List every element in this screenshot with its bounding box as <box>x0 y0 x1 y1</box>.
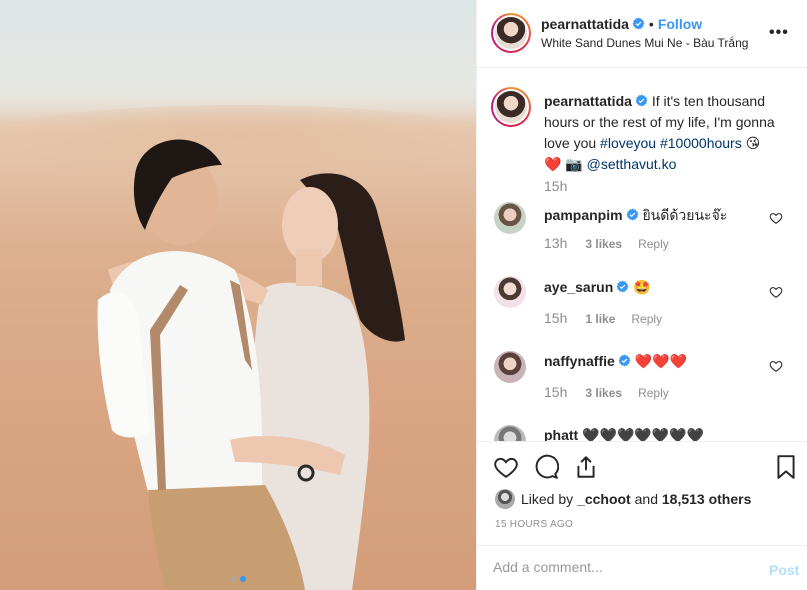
comment-like-heart-icon[interactable] <box>769 211 783 225</box>
comment-username[interactable]: pampanpim <box>544 207 623 223</box>
comment-likes[interactable]: 1 like <box>585 312 615 326</box>
reply-button[interactable]: Reply <box>638 386 669 400</box>
comment-meta: 13h 3 likes Reply <box>544 235 685 251</box>
follow-button[interactable]: Follow <box>658 16 702 32</box>
comment-like-heart-icon[interactable] <box>769 359 783 373</box>
post-header: pearnattatida • Follow White Sand Dunes Mu… <box>477 0 807 68</box>
liked-by-and: and <box>634 491 658 507</box>
comment-avatar[interactable] <box>494 276 526 308</box>
comment-bubble-icon[interactable] <box>533 454 559 480</box>
caption-time[interactable]: 15h <box>544 178 567 194</box>
verified-badge-icon <box>635 94 648 107</box>
header-separator: • <box>648 16 654 32</box>
carousel-dot <box>230 576 236 582</box>
comment-avatar[interactable] <box>494 351 526 383</box>
comments-scroll-area[interactable]: pearnattatida If it's ten thousand hours… <box>477 69 807 441</box>
post-comment-button[interactable]: Post <box>769 562 799 578</box>
post-photo[interactable] <box>0 0 476 590</box>
comment-username[interactable]: aye_sarun <box>544 279 613 295</box>
caption-emoji-line: ❤️ 📷 <box>544 156 583 172</box>
comment-username[interactable]: phatt <box>544 427 578 441</box>
add-comment-bar: Post <box>477 545 807 590</box>
author-username[interactable]: pearnattatida <box>541 16 629 32</box>
reply-button[interactable]: Reply <box>631 312 662 326</box>
carousel-dots-icon <box>0 576 476 582</box>
comment-text: 🤩 <box>633 279 651 295</box>
caption-meta: 15h <box>544 178 585 194</box>
verified-badge-icon <box>626 208 639 221</box>
reply-button[interactable]: Reply <box>638 237 669 251</box>
comment-time[interactable]: 15h <box>544 384 567 400</box>
liker-avatar[interactable] <box>495 489 515 509</box>
comment-avatar[interactable] <box>494 425 526 441</box>
comment-like-heart-icon[interactable] <box>769 285 783 299</box>
comment-text: 🖤🖤🖤🖤🖤🖤🖤 <box>582 427 705 441</box>
comment-time[interactable]: 13h <box>544 235 567 251</box>
comment-text: ยินดีด้วยนะจ๊ะ <box>642 207 728 223</box>
verified-badge-icon <box>616 280 629 293</box>
caption-avatar[interactable] <box>491 87 531 127</box>
liker-username[interactable]: _cchoot <box>577 491 631 507</box>
post-caption: pearnattatida If it's ten thousand hours… <box>544 91 799 175</box>
carousel-dot-active <box>240 576 246 582</box>
comment-likes[interactable]: 3 likes <box>585 237 622 251</box>
comment-row: pampanpim ยินดีด้วยนะจ๊ะ <box>544 205 727 227</box>
more-options-icon[interactable]: ••• <box>769 24 789 42</box>
liked-by-prefix: Liked by <box>521 491 574 507</box>
comment-row: phatt 🖤🖤🖤🖤🖤🖤🖤 <box>544 427 704 441</box>
bookmark-icon[interactable] <box>773 454 799 480</box>
comment-row: aye_sarun 🤩 <box>544 279 651 296</box>
comment-row: naffynaffie ❤️❤️❤️ <box>544 353 687 370</box>
likes-count[interactable]: 18,513 others <box>662 491 752 507</box>
post-side-panel: pearnattatida • Follow White Sand Dunes Mu… <box>476 0 807 590</box>
comment-avatar[interactable] <box>494 202 526 234</box>
verified-badge-icon <box>618 354 631 367</box>
heart-outline-icon[interactable] <box>493 454 519 480</box>
caption-hashtags[interactable]: #loveyou #10000hours <box>600 135 742 151</box>
post-time-ago[interactable]: 15 HOURS AGO <box>495 519 573 530</box>
post-actions: Liked by _cchoot and 18,513 others 15 HO… <box>477 441 807 545</box>
caption-emoji: 😘 <box>745 135 761 151</box>
caption-mention[interactable]: @setthavut.ko <box>587 156 677 172</box>
author-avatar[interactable] <box>491 13 531 53</box>
header-user-line: pearnattatida • Follow <box>541 16 702 32</box>
post-location[interactable]: White Sand Dunes Mui Ne - Bàu Trắng <box>541 36 748 50</box>
caption-username[interactable]: pearnattatida <box>544 93 632 109</box>
comment-text: ❤️❤️❤️ <box>634 353 687 369</box>
add-comment-input[interactable] <box>493 559 743 575</box>
liked-by-line: Liked by _cchoot and 18,513 others <box>495 489 751 509</box>
comment-meta: 15h 1 like Reply <box>544 310 678 326</box>
verified-badge-icon <box>632 17 645 30</box>
comment-time[interactable]: 15h <box>544 310 567 326</box>
comment-username[interactable]: naffynaffie <box>544 353 615 369</box>
comment-meta: 15h 3 likes Reply <box>544 384 685 400</box>
comment-likes[interactable]: 3 likes <box>585 386 622 400</box>
share-icon[interactable] <box>573 454 599 480</box>
couple-illustration <box>97 139 405 590</box>
